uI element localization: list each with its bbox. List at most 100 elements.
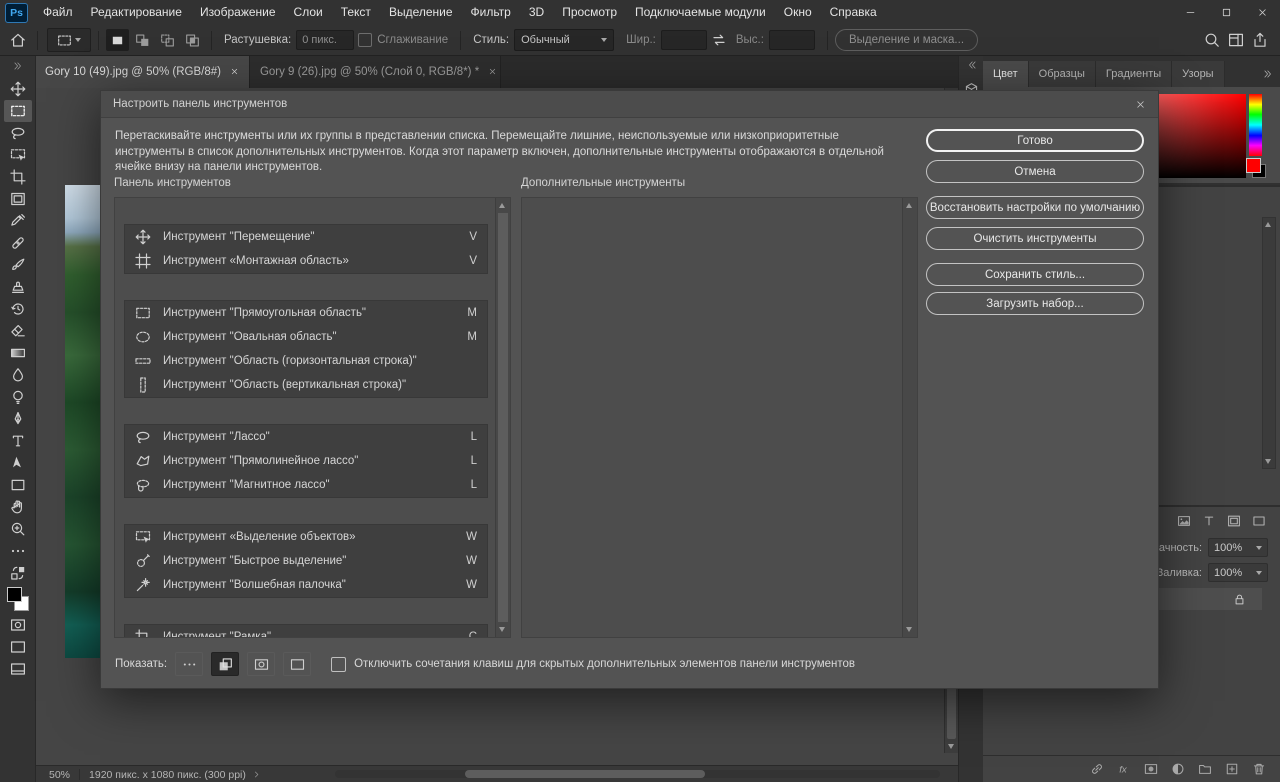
feather-input[interactable]: 0 пикс. (296, 30, 355, 50)
document-tab[interactable]: Gory 9 (26).jpg @ 50% (Слой 0, RGB/8*) * (249, 55, 501, 88)
menu-item[interactable]: Текст (332, 0, 380, 25)
list-scroll-thumb[interactable] (498, 213, 508, 622)
win-min-icon[interactable] (1172, 0, 1208, 25)
adjust-icon[interactable] (1171, 762, 1185, 776)
panel-tab[interactable]: Цвет (983, 61, 1029, 87)
crop-icon[interactable] (4, 166, 32, 188)
menu-item[interactable]: Выделение (380, 0, 462, 25)
type-icon[interactable] (4, 430, 32, 452)
panel-tab[interactable]: Узоры (1172, 61, 1225, 87)
tool-row[interactable]: Инструмент "Прямоугольная область" M (125, 301, 487, 325)
mask-icon[interactable] (1144, 762, 1158, 776)
panel-tab[interactable]: Градиенты (1095, 61, 1173, 87)
tool-row[interactable]: Инструмент «Выделение объектов» W (125, 525, 487, 549)
win-max-icon[interactable] (1208, 0, 1244, 25)
color-swatches[interactable] (5, 586, 31, 612)
healing-icon[interactable] (4, 232, 32, 254)
shape-icon[interactable] (1252, 514, 1266, 528)
menu-item[interactable]: Справка (821, 0, 886, 25)
screen-mode-alt-icon[interactable] (4, 658, 32, 680)
eraser-icon[interactable] (4, 320, 32, 342)
collapse-tools-icon[interactable] (13, 58, 23, 74)
ellipsis-icon[interactable] (4, 540, 32, 562)
folder-icon[interactable] (1198, 762, 1212, 776)
swatch-overlap-icon[interactable] (211, 652, 240, 676)
scroll-down-arrow[interactable] (948, 744, 954, 749)
scroll-down-arrow[interactable] (906, 627, 912, 632)
object-select-icon[interactable] (4, 144, 32, 166)
gradient-icon[interactable] (4, 342, 32, 364)
sel-new-icon[interactable] (106, 29, 129, 51)
dialog-button[interactable]: Отмена (926, 160, 1144, 183)
quick-mask-icon[interactable] (4, 614, 32, 636)
tool-row[interactable]: Инструмент "Волшебная палочка" W (125, 573, 487, 597)
path-select-icon[interactable] (4, 452, 32, 474)
search-icon[interactable] (1200, 28, 1224, 52)
panel-scrollbar[interactable] (1262, 217, 1276, 469)
disable-shortcuts-checkbox[interactable] (331, 656, 347, 672)
quick-mask-icon[interactable] (247, 652, 276, 676)
menu-item[interactable]: Окно (775, 0, 821, 25)
type-small-icon[interactable] (1202, 514, 1216, 528)
brush-icon[interactable] (4, 254, 32, 276)
dialog-button[interactable]: Очистить инструменты (926, 227, 1144, 250)
sel-add-icon[interactable] (131, 29, 154, 51)
scroll-up-arrow[interactable] (906, 203, 912, 208)
menu-item[interactable]: Слои (285, 0, 332, 25)
dialog-button[interactable]: Готово (926, 129, 1144, 152)
menu-item[interactable]: Фильтр (462, 0, 520, 25)
fx-icon[interactable]: fx (1117, 762, 1131, 776)
home-icon[interactable] (6, 28, 30, 52)
ellipsis-icon[interactable] (175, 652, 204, 676)
tool-row[interactable]: Инструмент "Область (горизонтальная стро… (125, 349, 487, 373)
select-and-mask-button[interactable]: Выделение и маска... (834, 29, 979, 51)
tool-row[interactable]: Инструмент "Прямолинейное лассо" L (125, 449, 487, 473)
tool-row[interactable]: Инструмент "Область (вертикальная строка… (125, 373, 487, 397)
tool-row[interactable]: Инструмент "Овальная область" M (125, 325, 487, 349)
menu-item[interactable]: Подключаемые модули (626, 0, 775, 25)
frame-icon[interactable] (4, 188, 32, 210)
dialog-button[interactable]: Загрузить набор... (926, 292, 1144, 315)
screen-mode-icon[interactable] (283, 652, 312, 676)
tool-preset-picker[interactable] (47, 28, 91, 52)
zoom-level[interactable]: 50% (49, 769, 70, 781)
horizontal-scroll-thumb[interactable] (465, 770, 705, 778)
menu-item[interactable]: Файл (34, 0, 82, 25)
opacity-value[interactable]: 100% (1208, 538, 1268, 557)
history-brush-icon[interactable] (4, 298, 32, 320)
hand-icon[interactable] (4, 496, 32, 518)
menu-item[interactable]: Редактирование (82, 0, 191, 25)
collapse-dock-icon[interactable] (967, 60, 977, 70)
hue-slider[interactable] (1249, 94, 1262, 156)
height-input[interactable] (768, 30, 815, 50)
frame-icon[interactable] (1227, 514, 1241, 528)
screen-mode-icon[interactable] (4, 636, 32, 658)
style-select[interactable]: Обычный (514, 29, 615, 51)
new-layer-icon[interactable] (1225, 762, 1239, 776)
tool-row[interactable]: Инструмент "Рамка" C (125, 625, 487, 637)
menu-item[interactable]: 3D (520, 0, 553, 25)
tool-row[interactable]: Инструмент "Быстрое выделение" W (125, 549, 487, 573)
sel-sub-icon[interactable] (156, 29, 179, 51)
list-scrollbar[interactable] (495, 198, 510, 637)
scroll-down-arrow[interactable] (1265, 459, 1271, 464)
dialog-button[interactable]: Сохранить стиль... (926, 263, 1144, 286)
tool-row[interactable]: Инструмент «Монтажная область» V (125, 249, 487, 273)
win-close-icon[interactable] (1244, 0, 1280, 25)
swap-colors-icon[interactable] (4, 562, 32, 584)
tab-close-icon[interactable] (230, 67, 239, 76)
horizontal-scrollbar[interactable] (335, 770, 940, 778)
image-icon[interactable] (1177, 514, 1191, 528)
foreground-color-swatch[interactable] (6, 587, 22, 602)
list-scrollbar[interactable] (902, 198, 917, 637)
scroll-down-arrow[interactable] (499, 627, 505, 632)
dialog-button[interactable]: Восстановить настройки по умолчанию (926, 196, 1144, 219)
pen-icon[interactable] (4, 408, 32, 430)
scroll-up-arrow[interactable] (499, 203, 505, 208)
panel-menu-icon[interactable] (1263, 61, 1273, 87)
trash-icon[interactable] (1252, 762, 1266, 776)
fill-value[interactable]: 100% (1208, 563, 1268, 582)
tool-row[interactable]: Инструмент "Лассо" L (125, 425, 487, 449)
move-icon[interactable] (4, 78, 32, 100)
shape-icon[interactable] (4, 474, 32, 496)
